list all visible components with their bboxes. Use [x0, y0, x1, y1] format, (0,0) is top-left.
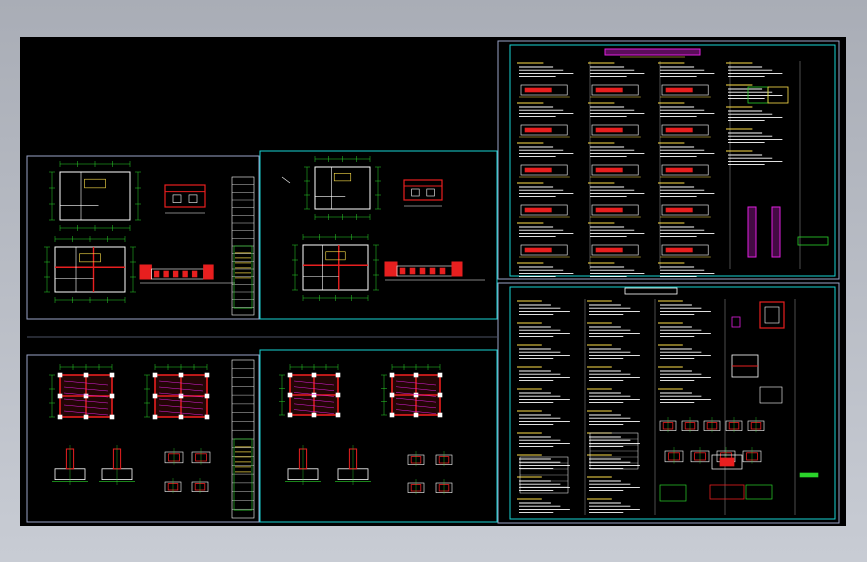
cad-line: [281, 176, 291, 184]
cad-rect: [153, 270, 160, 278]
cad-rect: [745, 484, 773, 500]
cad-rect: [665, 207, 693, 213]
cad-rect: [182, 270, 188, 278]
cad-rect: [57, 414, 63, 420]
cad-rect: [437, 372, 443, 378]
cad-rect: [335, 412, 341, 418]
cad-rect: [719, 457, 735, 467]
cad-rect: [399, 267, 406, 275]
cad-rect: [595, 87, 623, 93]
cad-rect: [419, 267, 426, 275]
cad-rect: [204, 414, 210, 420]
cad-rect: [389, 372, 395, 378]
cad-rect: [665, 87, 693, 93]
cad-rect: [178, 372, 184, 378]
cad-rect: [524, 167, 552, 173]
cad-rect: [191, 270, 198, 278]
cad-rect: [595, 167, 623, 173]
cad-rect: [413, 372, 419, 378]
cad-drawing: [26, 40, 840, 524]
sheet-frame-e-inner: [509, 44, 836, 277]
cad-rect: [109, 414, 115, 420]
cad-rect: [233, 245, 253, 309]
cad-rect: [524, 127, 552, 133]
cad-rect: [437, 392, 443, 398]
cad-rect: [139, 264, 152, 280]
cad-rect: [178, 393, 184, 399]
cad-rect: [325, 251, 346, 261]
cad-rect: [389, 392, 395, 398]
cad-rect: [204, 393, 210, 399]
cad-rect: [83, 393, 89, 399]
cad-rect: [665, 247, 693, 253]
cad-rect: [747, 206, 757, 258]
cad-rect: [172, 270, 179, 278]
cad-rect: [759, 386, 783, 404]
cad-rect: [731, 316, 741, 328]
sheet-frame-b[interactable]: [259, 150, 498, 320]
cad-rect: [665, 167, 693, 173]
cad-drawing-canvas[interactable]: [20, 37, 846, 526]
cad-rect: [595, 127, 623, 133]
cad-rect: [659, 484, 687, 502]
cad-rect: [595, 207, 623, 213]
cad-rect: [57, 372, 63, 378]
cad-rect: [311, 412, 317, 418]
cad-rect: [759, 301, 785, 329]
cad-rect: [333, 173, 352, 182]
cad-rect: [524, 207, 552, 213]
cad-rect: [426, 188, 435, 197]
sheet-frame-a[interactable]: [26, 155, 260, 320]
cad-rect: [451, 261, 463, 277]
cad-rect: [384, 261, 398, 277]
cad-rect: [413, 392, 419, 398]
cad-rect: [109, 393, 115, 399]
cad-rect: [287, 412, 293, 418]
cad-rect: [57, 393, 63, 399]
cad-rect: [335, 392, 341, 398]
cad-rect: [152, 393, 158, 399]
cad-rect: [413, 412, 419, 418]
cad-rect: [799, 472, 819, 478]
cad-rect: [152, 414, 158, 420]
cad-rect: [287, 372, 293, 378]
cad-rect: [84, 178, 106, 189]
cad-rect: [83, 372, 89, 378]
cad-rect: [595, 247, 623, 253]
cad-rect: [429, 267, 436, 275]
cad-rect: [188, 194, 198, 203]
cad-rect: [203, 264, 214, 280]
cad-rect: [311, 392, 317, 398]
cad-rect: [164, 184, 206, 208]
cad-rect: [764, 306, 780, 324]
cad-rect: [409, 267, 416, 275]
cad-rect: [524, 87, 552, 93]
cad-rect: [335, 372, 341, 378]
cad-rect: [709, 484, 745, 500]
cad-rect: [797, 236, 829, 246]
cad-rect: [389, 412, 395, 418]
cad-rect: [79, 253, 101, 263]
cad-rect: [403, 179, 443, 201]
cad-rect: [311, 372, 317, 378]
cad-rect: [233, 438, 253, 511]
cad-rect: [109, 372, 115, 378]
cad-rect: [172, 194, 182, 203]
cad-rect: [439, 267, 446, 275]
cad-rect: [604, 48, 701, 56]
cad-rect: [178, 414, 184, 420]
cad-rect: [771, 206, 781, 258]
cad-rect: [163, 270, 169, 278]
cad-rect: [624, 287, 678, 295]
cad-rect: [665, 127, 693, 133]
cad-rect: [83, 414, 89, 420]
cad-rect: [152, 372, 158, 378]
cad-rect: [204, 372, 210, 378]
cad-rect: [437, 412, 443, 418]
cad-rect: [411, 188, 420, 197]
cad-rect: [524, 247, 552, 253]
cad-rect: [287, 392, 293, 398]
